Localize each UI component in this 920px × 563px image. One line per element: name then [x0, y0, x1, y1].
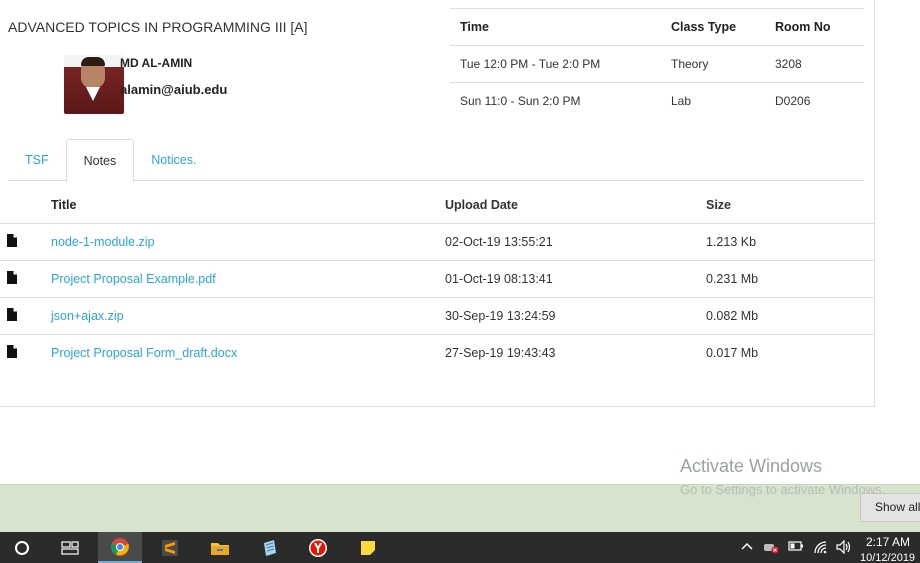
teacher-name: MD AL-AMIN — [120, 56, 193, 70]
schedule-room: 3208 — [775, 57, 802, 71]
schedule-time: Tue 12:0 PM - Tue 2:0 PM — [460, 57, 601, 71]
table-row: Project Proposal Form_draft.docx 27-Sep-… — [0, 334, 874, 371]
schedule-row: Sun 11:0 - Sun 2:0 PM Lab D0206 — [450, 82, 864, 119]
cortana-icon[interactable] — [0, 532, 44, 563]
schedule-table: Time Class Type Room No Tue 12:0 PM - Tu… — [450, 8, 864, 119]
note-size: 0.017 Mb — [706, 346, 759, 360]
show-all-button[interactable]: Show all — [860, 493, 920, 522]
activate-windows-title: Activate Windows — [680, 456, 823, 476]
taskbar — [0, 532, 920, 563]
page: ADVANCED TOPICS IN PROGRAMMING III [A] M… — [0, 0, 920, 563]
volume-icon[interactable] — [836, 539, 852, 557]
teacher-avatar — [64, 55, 124, 114]
chevron-up-icon[interactable] — [741, 540, 753, 554]
clock-time[interactable]: 2:17 AM — [866, 535, 910, 549]
clock-date[interactable]: 10/12/2019 — [860, 552, 915, 563]
sticky-notes-icon[interactable] — [346, 532, 390, 563]
note-size: 0.231 Mb — [706, 272, 759, 286]
schedule-class-type: Lab — [671, 94, 692, 108]
note-file-link[interactable]: json+ajax.zip — [51, 309, 124, 323]
tab-notices[interactable]: Notices. — [134, 139, 213, 181]
notes-header-upload-date: Upload Date — [445, 197, 518, 212]
table-row: json+ajax.zip 30-Sep-19 13:24:59 0.082 M… — [0, 297, 874, 334]
teacher-email: alamin@aiub.edu — [120, 82, 228, 97]
note-file-link[interactable]: Project Proposal Example.pdf — [51, 272, 216, 286]
yandex-icon[interactable] — [296, 532, 340, 563]
notepad-icon[interactable] — [248, 532, 292, 563]
schedule-header-time: Time — [460, 20, 489, 34]
file-icon — [7, 308, 17, 321]
file-icon — [7, 271, 17, 284]
note-size: 0.082 Mb — [706, 309, 759, 323]
note-upload-date: 30-Sep-19 13:24:59 — [445, 309, 556, 323]
task-view-icon[interactable] — [48, 532, 92, 563]
schedule-header-room: Room No — [775, 20, 831, 34]
chrome-icon[interactable] — [98, 532, 142, 563]
tab-notes[interactable]: Notes — [65, 139, 135, 182]
note-size: 1.213 Kb — [706, 235, 757, 249]
file-icon — [7, 345, 17, 358]
file-explorer-icon[interactable] — [198, 532, 242, 563]
schedule-room: D0206 — [775, 94, 811, 108]
tab-tsf[interactable]: TSF — [8, 139, 66, 181]
schedule-header-class-type: Class Type — [671, 20, 737, 34]
notes-table: Title Upload Date Size node-1-module.zip… — [0, 186, 874, 371]
network-error-icon[interactable] — [763, 540, 779, 557]
schedule-header-row: Time Class Type Room No — [450, 8, 864, 45]
file-icon — [7, 234, 17, 247]
note-file-link[interactable]: node-1-module.zip — [51, 235, 155, 249]
notes-header-size: Size — [706, 197, 732, 212]
course-tabs: TSF Notes Notices. — [8, 139, 864, 182]
wifi-icon[interactable] — [813, 540, 829, 557]
table-row: Project Proposal Example.pdf 01-Oct-19 0… — [0, 260, 874, 297]
notes-header-row: Title Upload Date Size — [0, 186, 874, 223]
table-row: node-1-module.zip 02-Oct-19 13:55:21 1.2… — [0, 223, 874, 260]
note-upload-date: 01-Oct-19 08:13:41 — [445, 272, 553, 286]
activate-windows-subtitle: Go to Settings to activate Windows. — [680, 482, 886, 497]
note-upload-date: 27-Sep-19 19:43:43 — [445, 346, 556, 360]
schedule-row: Tue 12:0 PM - Tue 2:0 PM Theory 3208 — [450, 45, 864, 82]
sublime-icon[interactable] — [148, 532, 192, 563]
schedule-class-type: Theory — [671, 57, 709, 71]
notes-header-title: Title — [51, 197, 77, 212]
course-title: ADVANCED TOPICS IN PROGRAMMING III [A] — [8, 19, 308, 35]
schedule-time: Sun 11:0 - Sun 2:0 PM — [460, 94, 581, 108]
battery-icon[interactable] — [788, 540, 804, 555]
note-upload-date: 02-Oct-19 13:55:21 — [445, 235, 553, 249]
course-panel: ADVANCED TOPICS IN PROGRAMMING III [A] M… — [0, 0, 875, 407]
note-file-link[interactable]: Project Proposal Form_draft.docx — [51, 346, 237, 360]
